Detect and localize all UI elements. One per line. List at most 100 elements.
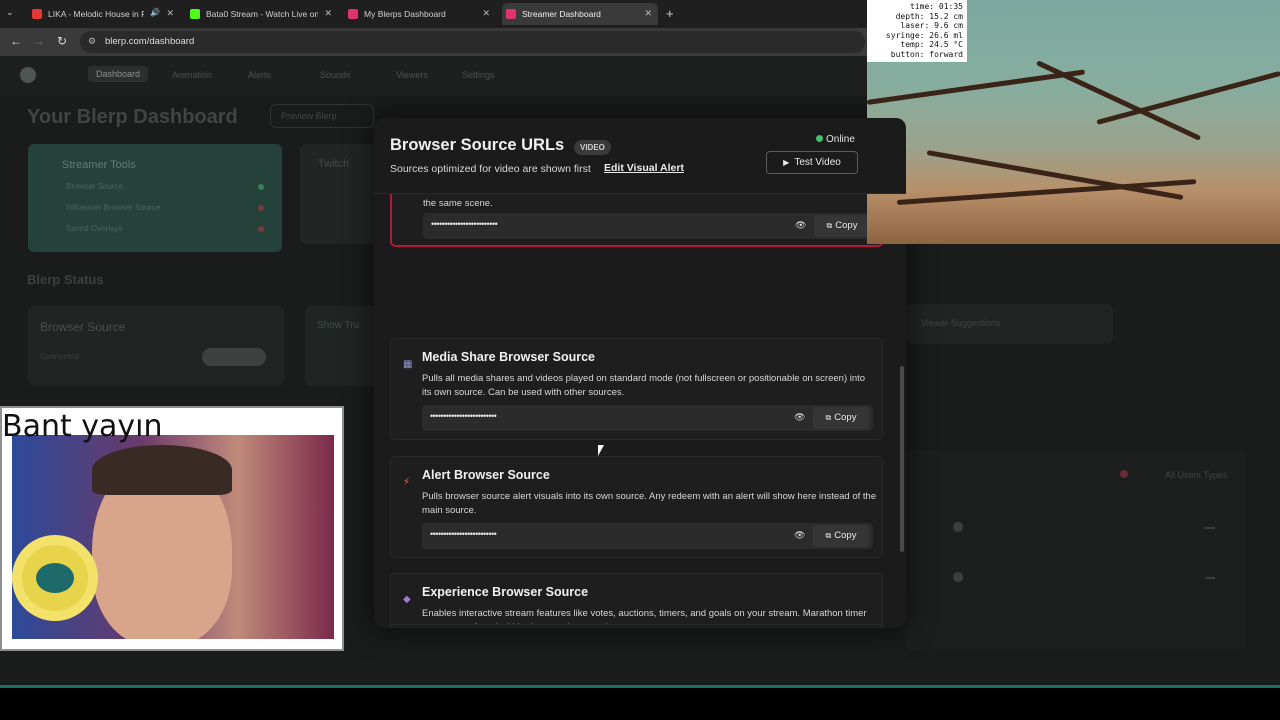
hud-line: depth: 15.2 cm <box>876 11 963 21</box>
camera-overlay: time: 01:35 depth: 15.2 cm laser: 9.6 cm… <box>867 0 1280 244</box>
copy-icon: ⧉ <box>826 221 833 230</box>
row-menu[interactable] <box>1205 577 1215 579</box>
tab-close-icon[interactable]: ✕ <box>644 8 652 19</box>
modal-header: Browser Source URLs VIDEO Sources optimi… <box>374 118 906 194</box>
source-title: Experience Browser Source <box>422 585 589 599</box>
row-avatar <box>953 572 963 582</box>
site-info-icon[interactable]: ⚙ <box>88 36 96 47</box>
tab-favicon-icon <box>348 9 358 19</box>
browser-source-card: Browser Source Connected <box>28 306 284 386</box>
copy-label: Copy <box>834 530 857 541</box>
webcam-overlay: Bant yayın <box>0 406 344 651</box>
tab-title: Bata0 Stream - Watch Live on K <box>206 9 318 19</box>
preview-blerp-button[interactable]: Preview Blerp <box>270 104 374 128</box>
address-bar[interactable]: ⚙ blerp.com/dashboard <box>80 31 865 53</box>
nav-dashboard[interactable]: Dashboard <box>88 66 149 82</box>
speaker-icon[interactable]: 🔊 <box>150 8 160 17</box>
copy-label: Copy <box>834 412 857 423</box>
browser-source-card-button[interactable] <box>202 348 266 366</box>
bottom-bar <box>0 685 1280 720</box>
forward-icon[interactable]: → <box>33 34 45 48</box>
tab-close-icon[interactable]: ✕ <box>166 8 174 19</box>
tab-close-icon[interactable]: ✕ <box>324 8 332 19</box>
copy-button[interactable]: ⧉ Copy <box>813 407 869 429</box>
lightning-icon: ⚡ <box>403 477 411 488</box>
tab-favicon-icon <box>506 9 516 19</box>
row-menu[interactable] <box>1205 527 1215 529</box>
reload-icon[interactable]: ↻ <box>57 34 67 48</box>
online-status-label: Online <box>826 134 855 145</box>
nav-viewers[interactable]: Viewers <box>396 70 428 80</box>
play-icon: ▶ <box>783 158 790 167</box>
hud-line: syringe: 26.6 ml <box>876 30 963 40</box>
nav-animation[interactable]: Animation <box>172 70 212 80</box>
eye-icon[interactable]: 👁 <box>794 530 805 541</box>
branch <box>1096 70 1280 125</box>
nav-alerts[interactable]: Alerts <box>248 70 271 80</box>
modal-title: Browser Source URLs <box>390 136 565 154</box>
url-text: blerp.com/dashboard <box>105 36 195 47</box>
modal-body[interactable]: the same scene. ••••••••••••••••••••••••… <box>374 194 906 628</box>
copy-button[interactable]: ⧉ Copy <box>814 215 870 237</box>
hud-line: laser: 9.6 cm <box>881 21 963 30</box>
tab-2[interactable]: Bata0 Stream - Watch Live on K ✕ <box>186 3 338 25</box>
nav-settings[interactable]: Settings <box>462 70 495 80</box>
tool-item[interactable]: Saved Overlays <box>66 224 122 233</box>
source-card: ◆ Experience Browser Source Enables intera… <box>390 573 883 628</box>
source-card: ▦ Media Share Browser Source Pulls all med… <box>390 338 883 440</box>
main-source-desc: the same scene. <box>423 198 493 209</box>
viewer-suggestions-card[interactable]: Viewer Suggestions <box>905 304 1113 344</box>
eye-icon[interactable]: 👁 <box>795 220 806 231</box>
hud-line: temp: 24.5 °C <box>876 40 963 49</box>
status-dot <box>258 205 264 211</box>
test-video-button[interactable]: ▶ Test Video <box>766 151 858 174</box>
show-card-title: Show Tru <box>317 320 360 331</box>
film-icon: ▦ <box>403 359 413 370</box>
browser-source-card-title: Browser Source <box>40 320 126 334</box>
masked-url: ••••••••••••••••••••••••• <box>431 219 498 229</box>
new-tab-button[interactable]: + <box>666 6 674 21</box>
browser-source-card-status: Connected <box>40 352 79 361</box>
source-title: Media Share Browser Source <box>422 350 595 364</box>
tool-item[interactable]: Browser Source <box>66 182 123 191</box>
sensor-readout: time: 01:35 depth: 15.2 cm laser: 9.6 cm… <box>867 0 967 62</box>
back-icon[interactable]: ← <box>10 34 22 48</box>
nav-sounds[interactable]: Sounds <box>320 70 351 80</box>
mouse-cursor <box>598 445 604 456</box>
webcam-video <box>12 435 334 639</box>
tab-title: LIKA - Melodic House in Fir <box>48 9 144 19</box>
copy-button[interactable]: ⧉ Copy <box>813 525 869 547</box>
tab-title: Streamer Dashboard <box>522 9 601 19</box>
webcam-title: Bant yayın <box>2 409 163 444</box>
tool-item[interactable]: Influencer Browser Source <box>66 203 160 212</box>
test-video-label: Test Video <box>794 157 841 168</box>
tab-search-icon[interactable]: ⌄ <box>6 7 14 18</box>
twitch-panel: Twitch <box>300 144 380 244</box>
scrollbar[interactable] <box>900 366 904 552</box>
browser-source-modal: Browser Source URLs VIDEO Sources optimi… <box>374 118 906 628</box>
masked-url: ••••••••••••••••••••••••• <box>430 411 497 421</box>
person-hair <box>92 445 232 495</box>
blerp-logo-icon[interactable] <box>20 67 36 83</box>
edit-visual-alert-link[interactable]: Edit Visual Alert <box>604 162 684 174</box>
tab-3[interactable]: My Blerps Dashboard ✕ <box>344 3 496 25</box>
hud-line: time: 01:35 <box>885 2 963 11</box>
modal-subtitle: Sources optimized for video are shown fi… <box>390 163 591 175</box>
source-description: Pulls all media shares and videos played… <box>422 373 866 398</box>
all-users-filter[interactable]: All Users Types <box>1165 470 1227 480</box>
eye-icon[interactable]: 👁 <box>794 412 805 423</box>
viewer-suggestions-label: Viewer Suggestions <box>921 318 1001 328</box>
page-title: Your Blerp Dashboard <box>27 106 238 128</box>
tab-4[interactable]: Streamer Dashboard ✕ <box>502 3 658 25</box>
hud-line: button: forward <box>876 49 963 59</box>
tab-1[interactable]: LIKA - Melodic House in Fir 🔊 ✕ <box>28 3 180 25</box>
show-card: Show Tru <box>305 306 385 386</box>
tab-close-icon[interactable]: ✕ <box>482 8 490 19</box>
online-dot-icon <box>816 135 823 142</box>
main-source-card: the same scene. ••••••••••••••••••••••••… <box>390 194 883 247</box>
next-source-card <box>390 624 883 628</box>
row-avatar <box>953 522 963 532</box>
online-status: Online <box>816 134 855 145</box>
source-card: ⚡ Alert Browser Source Pulls browser sourc… <box>390 456 883 558</box>
streamer-tools-title: Streamer Tools <box>62 159 136 171</box>
